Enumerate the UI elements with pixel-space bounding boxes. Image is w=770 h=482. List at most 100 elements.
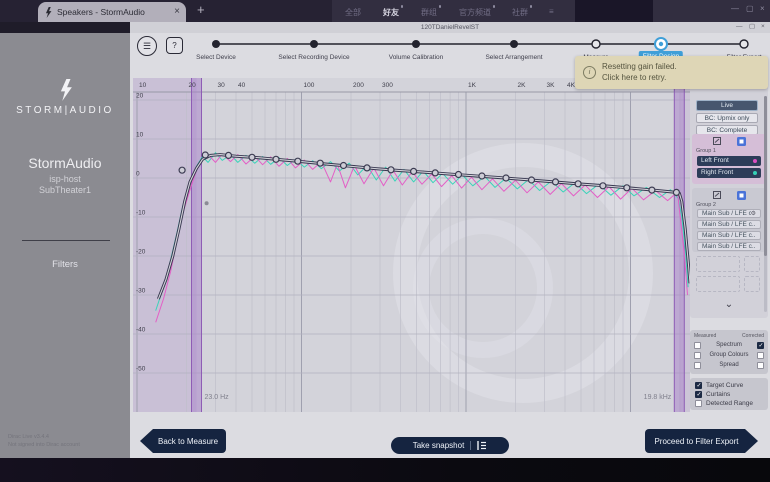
svg-text:300: 300 xyxy=(382,82,393,89)
svg-text:19.8 kHz: 19.8 kHz xyxy=(644,394,672,401)
chat-minimize-icon[interactable]: — xyxy=(731,5,739,13)
notification-dot xyxy=(530,5,533,8)
step-select-recording-device[interactable]: Select Recording Device xyxy=(278,54,349,61)
new-tab-button[interactable]: + xyxy=(197,3,205,16)
snapshot-list-icon xyxy=(477,441,487,450)
empty-icon-slot xyxy=(744,256,760,272)
take-snapshot-button[interactable]: Take snapshot xyxy=(391,437,509,454)
chat-overlay-dark-panel xyxy=(575,0,653,22)
chat-maximize-icon[interactable]: ▢ xyxy=(746,5,754,13)
snapshot-label: Take snapshot xyxy=(413,441,465,450)
checkbox-spectrum-measured[interactable] xyxy=(694,342,701,349)
svg-text:2K: 2K xyxy=(518,82,527,89)
channel-group-panel: Live BC: Upmix only BC: Complete Group 1… xyxy=(690,82,768,318)
checkbox-detected-range[interactable] xyxy=(695,400,702,407)
chat-tab-channels[interactable]: 官方频道 xyxy=(459,7,491,18)
channel-right-front[interactable]: Right Front xyxy=(697,168,761,178)
svg-text:100: 100 xyxy=(304,82,315,89)
empty-group-slot-row xyxy=(696,256,760,272)
chat-more-icon[interactable]: ≡ xyxy=(549,7,554,16)
empty-channel-slot xyxy=(696,256,740,272)
group-filter-icon[interactable] xyxy=(713,191,721,199)
dirac-version-info: Dirac Live v3.4.4 Not signed into Dirac … xyxy=(8,433,80,450)
window-shadow xyxy=(0,22,130,33)
svg-text:-20: -20 xyxy=(136,249,146,256)
channel-main-sub-1[interactable]: Main Sub / LFE c... ⚙ xyxy=(697,209,761,218)
taskbar-strip xyxy=(0,458,770,482)
checkbox-group-colours-corrected[interactable] xyxy=(757,352,764,359)
proceed-to-filter-export-button[interactable]: Proceed to Filter Export xyxy=(645,429,758,453)
group-filter-icon[interactable] xyxy=(713,137,721,145)
brand-wordmark: STORM|AUDIO xyxy=(0,105,130,116)
device-host: isp-host xyxy=(0,174,130,184)
legend-row-group-colours: Group Colours xyxy=(694,351,764,359)
info-icon: i xyxy=(583,66,596,79)
back-to-measure-button[interactable]: Back to Measure xyxy=(140,429,226,453)
frequency-response-chart[interactable]: 102030401002003001K2K3K4K20100-10-20-30-… xyxy=(133,78,690,412)
button-divider xyxy=(470,441,471,450)
sidebar-item-filters[interactable]: Filters xyxy=(0,259,130,270)
checkbox-spectrum-corrected[interactable] xyxy=(757,342,764,349)
svg-text:200: 200 xyxy=(353,82,364,89)
step-select-arrangement[interactable]: Select Arrangement xyxy=(485,54,542,61)
toast-notification[interactable]: i Resetting gain failed.Click here to re… xyxy=(575,56,768,89)
app-close-icon[interactable]: × xyxy=(761,24,765,31)
option-target-curve: Target Curve xyxy=(695,381,743,389)
step-volume-calibration[interactable]: Volume Calibration xyxy=(389,54,444,61)
window-title: 120TDanielRevelST xyxy=(130,22,770,33)
channel-color-dot xyxy=(753,159,757,163)
chat-close-icon[interactable]: × xyxy=(760,5,765,13)
checkbox-group-colours-measured[interactable] xyxy=(694,352,701,359)
empty-channel-slot xyxy=(696,276,740,292)
bc-upmix-only-button[interactable]: BC: Upmix only xyxy=(696,113,758,123)
app-minimize-icon[interactable]: — xyxy=(736,24,743,31)
svg-text:10: 10 xyxy=(136,132,144,139)
svg-text:3K: 3K xyxy=(547,82,556,89)
chat-tab-community[interactable]: 社群 xyxy=(512,7,528,18)
live-button[interactable]: Live xyxy=(696,100,758,111)
checkbox-spread-corrected[interactable] xyxy=(757,362,764,369)
svg-text:-30: -30 xyxy=(136,288,146,295)
channel-color-dot xyxy=(753,171,757,175)
channel-main-sub-2[interactable]: Main Sub / LFE c... xyxy=(697,220,761,229)
chevron-down-icon[interactable]: ⌄ xyxy=(690,300,768,310)
empty-group-slot-row xyxy=(696,276,760,292)
notification-dot xyxy=(439,5,442,8)
tab-close-icon[interactable]: × xyxy=(174,7,180,17)
channel-main-sub-4[interactable]: Main Sub / LFE c... xyxy=(697,242,761,251)
group-2-block: Group 2 Main Sub / LFE c... ⚙ Main Sub /… xyxy=(692,188,766,252)
app-maximize-icon[interactable]: ▢ xyxy=(749,24,755,31)
group-auto-target-icon[interactable] xyxy=(737,137,746,146)
app-title-bar: 120TDanielRevelST xyxy=(130,22,770,33)
scrollbar-thumb[interactable] xyxy=(764,96,767,256)
notification-dot xyxy=(493,5,496,8)
checkbox-curtains[interactable] xyxy=(695,391,702,398)
tab-title: Speakers - StormAudio xyxy=(57,7,169,17)
panel-scrollbar[interactable] xyxy=(764,96,767,312)
option-detected-range: Detected Range xyxy=(695,399,753,407)
chat-tab-friends[interactable]: 好友 xyxy=(383,7,399,18)
svg-text:30: 30 xyxy=(218,82,226,89)
svg-text:23.0 Hz: 23.0 Hz xyxy=(205,394,230,401)
sidebar-divider xyxy=(22,240,110,241)
browser-tab[interactable]: Speakers - StormAudio × xyxy=(38,2,186,22)
channel-left-front[interactable]: Left Front xyxy=(697,156,761,166)
chat-tab-groups[interactable]: 群组 xyxy=(421,7,437,18)
svg-text:20: 20 xyxy=(136,93,144,100)
svg-text:40: 40 xyxy=(238,82,246,89)
version-label: Dirac Live v3.4.4 xyxy=(8,433,80,441)
checkbox-spread-measured[interactable] xyxy=(694,362,701,369)
chat-tab-all[interactable]: 全部 xyxy=(345,7,361,18)
step-select-device[interactable]: Select Device xyxy=(196,54,236,61)
bolt-icon xyxy=(44,7,52,18)
measured-column-label: Measured xyxy=(694,333,716,339)
empty-icon-slot xyxy=(744,276,760,292)
group-name: Group 1 xyxy=(696,148,716,154)
checkbox-target-curve[interactable] xyxy=(695,382,702,389)
group-auto-target-icon[interactable] xyxy=(737,191,746,200)
channel-main-sub-3[interactable]: Main Sub / LFE c... xyxy=(697,231,761,240)
svg-text:-40: -40 xyxy=(136,327,146,334)
gear-icon[interactable]: ⚙ xyxy=(751,211,756,217)
svg-text:0: 0 xyxy=(136,171,140,178)
svg-text:1K: 1K xyxy=(468,82,477,89)
